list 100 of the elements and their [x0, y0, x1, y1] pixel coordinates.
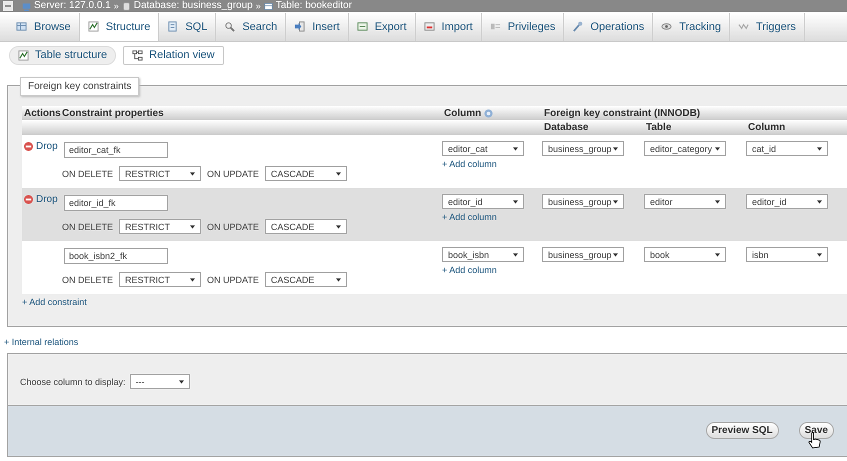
hand-cursor-icon — [808, 432, 821, 450]
add-column-link[interactable]: + Add column — [442, 265, 497, 276]
label: ON UPDATE — [207, 222, 259, 232]
caret-icon — [513, 200, 518, 204]
fieldset-legend: Foreign key constraints — [20, 77, 140, 96]
dropdown[interactable]: editor_id — [746, 194, 828, 210]
subtab[interactable]: Relation view — [123, 46, 224, 66]
add-column-link[interactable]: + Add column — [442, 159, 497, 170]
dropdown[interactable]: editor — [644, 194, 726, 210]
dropdown[interactable]: CASCADE — [264, 272, 347, 288]
caret-icon — [190, 224, 196, 229]
preview-button[interactable]: Preview SQL — [706, 422, 779, 440]
caret-icon — [715, 252, 720, 257]
breadcrumb-link[interactable]: Table: bookeditor — [276, 0, 352, 12]
label: Choose column to display: — [20, 376, 126, 387]
label: ON DELETE — [62, 222, 114, 232]
tab[interactable]: Insert — [286, 13, 349, 41]
caret-icon — [190, 278, 196, 282]
internal-relations-link[interactable]: + Internal relations — [4, 337, 78, 348]
column-header: Constraint properties — [62, 108, 164, 119]
dropdown[interactable]: RESTRICT — [119, 272, 202, 288]
dropdown[interactable]: isbn — [746, 247, 828, 262]
subtab[interactable]: Table structure — [9, 46, 116, 66]
column-header: Table — [646, 122, 672, 134]
caret-icon — [715, 146, 720, 151]
chart-icon — [18, 50, 29, 61]
document-icon — [356, 21, 368, 32]
caret-icon — [613, 146, 618, 151]
minimize-icon — [3, 1, 13, 11]
tab[interactable]: Import — [416, 13, 482, 41]
wrench-icon — [572, 21, 584, 32]
arrow-in-icon — [294, 21, 306, 32]
search-icon — [224, 21, 236, 32]
dropdown[interactable]: business_group — [542, 247, 624, 262]
tab[interactable]: Export — [348, 13, 416, 41]
table-icon — [16, 21, 27, 32]
dropdown[interactable]: editor_id — [442, 194, 524, 210]
dropdown[interactable]: --- — [130, 374, 190, 390]
breadcrumb-link[interactable]: Database: business_group — [134, 0, 253, 12]
dropdown[interactable]: book — [644, 247, 726, 262]
label: ON DELETE — [62, 274, 114, 285]
help-icon — [484, 108, 494, 118]
caret-icon — [178, 380, 184, 384]
add-column-link[interactable]: + Add column — [442, 212, 497, 222]
monitor-icon — [22, 2, 31, 10]
document-icon — [167, 21, 178, 32]
column-header: Actions — [24, 108, 61, 119]
document-icon — [424, 21, 435, 32]
caret-icon — [613, 252, 618, 257]
caret-icon — [336, 172, 341, 176]
input-field[interactable]: editor_id_fk — [64, 195, 168, 212]
dropdown[interactable]: CASCADE — [264, 166, 347, 182]
tab[interactable]: SQL — [159, 13, 216, 41]
caret-icon — [817, 200, 822, 204]
label: ON DELETE — [62, 168, 114, 179]
dropdown[interactable]: business_group — [542, 141, 624, 156]
caret-icon — [817, 252, 822, 257]
caret-icon — [817, 146, 822, 151]
dropdown[interactable]: editor_cat — [442, 141, 524, 156]
add-constraint-link[interactable]: + Add constraint — [22, 297, 87, 308]
dropdown[interactable]: editor_category — [644, 141, 726, 156]
list-icon — [490, 21, 501, 32]
drop-link[interactable]: Drop — [24, 194, 58, 206]
dropdown[interactable]: RESTRICT — [119, 219, 202, 234]
database-icon — [122, 2, 131, 10]
caret-icon — [513, 146, 518, 151]
caret-icon — [513, 252, 518, 257]
dropdown[interactable]: RESTRICT — [119, 166, 202, 182]
zigzag-icon — [738, 21, 749, 32]
caret-icon — [190, 172, 196, 176]
separator: » — [256, 0, 261, 12]
separator: » — [114, 0, 119, 12]
tab[interactable]: Tracking — [653, 13, 730, 41]
caret-icon — [715, 200, 720, 204]
tab[interactable]: Privileges — [482, 13, 564, 41]
caret-icon — [336, 278, 341, 282]
input-field[interactable]: editor_cat_fk — [64, 142, 168, 158]
dropdown[interactable]: CASCADE — [264, 219, 347, 234]
tab[interactable]: Triggers — [730, 13, 805, 41]
tab[interactable]: Structure — [80, 13, 160, 41]
dropdown[interactable]: cat_id — [746, 141, 828, 156]
tab[interactable]: Search — [216, 13, 286, 41]
column-header: Database — [544, 122, 588, 134]
breadcrumb-link[interactable]: Server: 127.0.0.1 — [34, 0, 111, 12]
caret-icon — [613, 200, 618, 204]
label: ON UPDATE — [207, 274, 259, 285]
column-header: Foreign key constraint (INNODB) — [544, 108, 700, 119]
dropdown[interactable]: book_isbn — [442, 247, 524, 262]
drop-link[interactable]: Drop — [24, 141, 58, 152]
tab[interactable]: Operations — [564, 13, 654, 41]
diagram-icon — [132, 50, 144, 61]
chart-icon — [88, 21, 99, 32]
input-field[interactable]: book_isbn2_fk — [64, 248, 168, 264]
table-icon — [264, 2, 273, 10]
save-button[interactable]: Save — [798, 422, 834, 440]
caret-icon — [336, 224, 341, 229]
minus-icon — [24, 195, 33, 204]
eye-icon — [661, 21, 672, 32]
dropdown[interactable]: business_group — [542, 194, 624, 210]
label: ON UPDATE — [207, 168, 259, 179]
